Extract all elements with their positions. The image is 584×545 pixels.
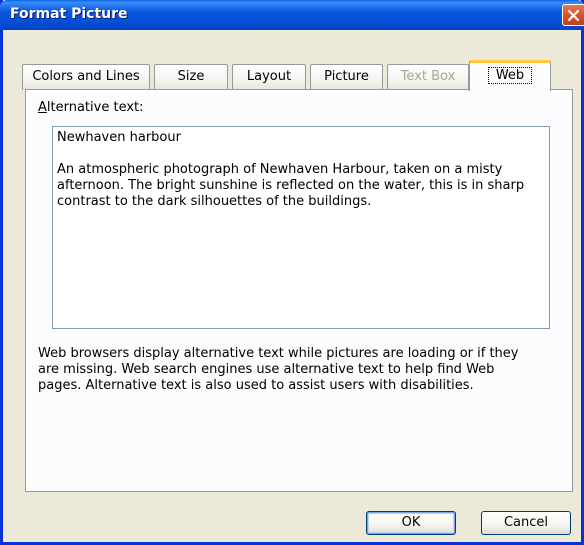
web-tab-panel: Alternative text: Newhaven harbour An at… — [25, 89, 573, 492]
alt-text-line: afternoon. The bright sunshine is reflec… — [57, 178, 525, 193]
help-text-line: are missing. Web search engines use alte… — [38, 362, 495, 377]
cancel-button[interactable]: Cancel — [481, 511, 571, 535]
title-bar[interactable]: Format Picture — [0, 0, 584, 30]
alt-text-line: contrast to the dark silhouettes of the … — [57, 194, 372, 209]
tab-label: Text Box — [400, 69, 456, 84]
tab-label: Layout — [246, 69, 292, 84]
tab-label: Size — [177, 69, 205, 84]
tab-label: Web — [487, 67, 533, 84]
tab-web[interactable]: Web — [469, 60, 551, 91]
tab-size[interactable]: Size — [154, 64, 228, 90]
alternative-text-field[interactable]: Newhaven harbour An atmospheric photogra… — [52, 126, 550, 329]
alternative-text-label: Alternative text: — [38, 100, 144, 115]
help-text-line: pages. Alternative text is also used to … — [38, 378, 474, 393]
tab-text-box[interactable]: Text Box — [387, 64, 469, 90]
tab-layout[interactable]: Layout — [232, 64, 306, 90]
alt-text-line: An atmospheric photograph of Newhaven Ha… — [57, 162, 503, 177]
ok-button[interactable]: OK — [366, 511, 456, 535]
cancel-button-label: Cancel — [503, 515, 549, 530]
alt-text-line: Newhaven harbour — [57, 130, 181, 145]
tab-colors-and-lines[interactable]: Colors and Lines — [22, 64, 150, 90]
help-text-line: Web browsers display alternative text wh… — [38, 346, 519, 361]
label-text: lternative text: — [46, 100, 144, 115]
tab-picture[interactable]: Picture — [310, 64, 383, 90]
label-accelerator: A — [38, 100, 47, 115]
dialog-title: Format Picture — [10, 6, 128, 22]
close-button[interactable] — [562, 4, 584, 26]
tab-label: Picture — [324, 69, 369, 84]
format-picture-dialog: Format Picture Colors and Lines Size Lay… — [0, 0, 584, 545]
alt-text-blank-line — [57, 146, 545, 162]
ok-button-label: OK — [401, 515, 421, 530]
close-icon — [567, 9, 580, 22]
tab-label: Colors and Lines — [32, 69, 140, 84]
help-text: Web browsers display alternative text wh… — [38, 346, 568, 394]
